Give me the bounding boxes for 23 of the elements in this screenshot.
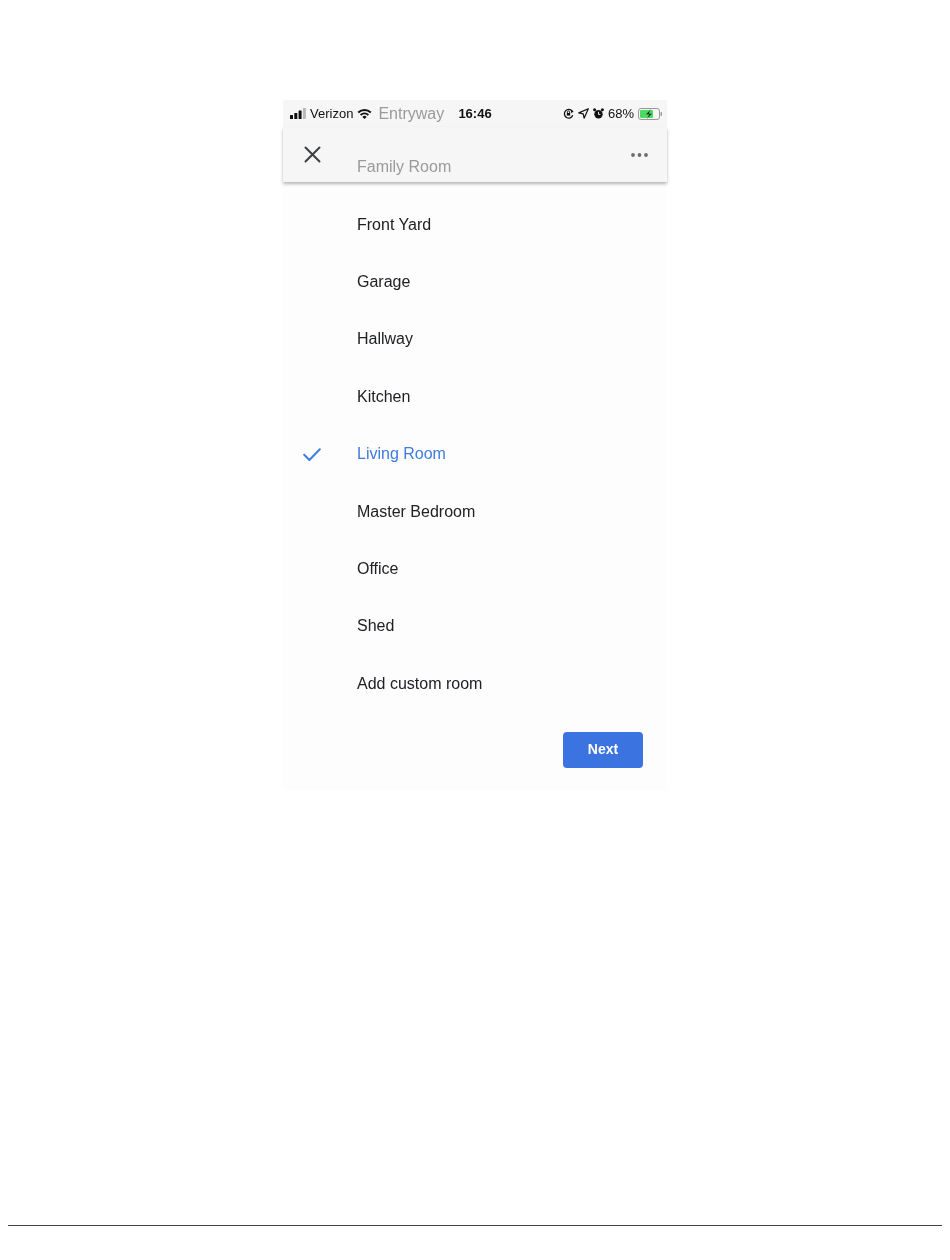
- battery-percentage: 68%: [607, 104, 634, 123]
- room-option[interactable]: Living Room: [283, 425, 667, 483]
- faded-room-name: Entryway: [378, 103, 445, 124]
- more-options-icon[interactable]: [631, 152, 648, 157]
- room-option[interactable]: Shed: [283, 597, 667, 656]
- next-button[interactable]: Next: [563, 731, 643, 768]
- room-option[interactable]: Garage: [283, 253, 667, 311]
- room-option[interactable]: Master Bedroom: [283, 482, 667, 541]
- faded-room-name: Family Room: [357, 157, 452, 177]
- carrier-name: Verizon: [310, 104, 354, 123]
- location-arrow-icon: [577, 108, 589, 119]
- add-custom-room-option[interactable]: Add custom room: [283, 655, 667, 713]
- wifi-icon: [357, 108, 373, 119]
- room-option[interactable]: Front Yard: [283, 196, 667, 254]
- close-icon[interactable]: [304, 146, 321, 163]
- room-option[interactable]: Office: [283, 540, 667, 598]
- rotation-lock-icon: [562, 108, 574, 119]
- check-icon: [303, 446, 321, 462]
- alarm-clock-icon: [592, 108, 604, 119]
- signal-icon: [290, 108, 306, 119]
- room-option[interactable]: Hallway: [283, 310, 667, 369]
- room-option[interactable]: Kitchen: [283, 368, 667, 426]
- status-time: 16:46: [458, 104, 492, 123]
